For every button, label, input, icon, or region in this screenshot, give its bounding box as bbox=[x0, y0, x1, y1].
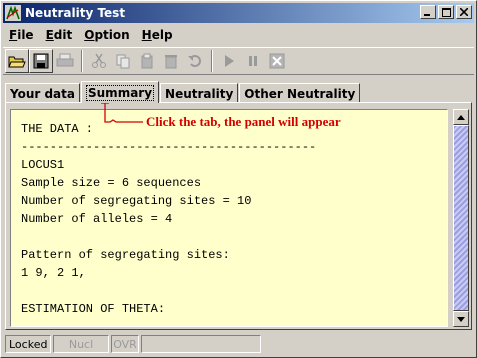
minimize-button[interactable] bbox=[420, 5, 436, 19]
summary-line: 1 9, 2 1, bbox=[21, 266, 86, 280]
close-icon bbox=[460, 8, 468, 16]
arrow-up-icon bbox=[457, 114, 465, 120]
menu-edit[interactable]: Edit bbox=[40, 28, 79, 42]
tab-your-data[interactable]: Your data bbox=[5, 83, 80, 103]
summary-line: LOCUS1 bbox=[21, 158, 65, 172]
arrow-down-icon bbox=[457, 316, 465, 322]
annotation-text: Click the tab, the panel will appear bbox=[146, 114, 341, 129]
pause-button[interactable] bbox=[241, 49, 265, 73]
maximize-button[interactable] bbox=[438, 5, 454, 19]
menu-option[interactable]: Option bbox=[78, 28, 135, 42]
menu-help[interactable]: Help bbox=[136, 28, 179, 42]
app-window: Neutrality Test File Edit Option Help Yo… bbox=[0, 0, 477, 358]
print-icon bbox=[56, 53, 74, 67]
open-folder-icon bbox=[8, 56, 26, 68]
menu-file[interactable]: File bbox=[3, 28, 40, 42]
print-button[interactable] bbox=[53, 49, 77, 73]
window-title: Neutrality Test bbox=[25, 6, 126, 20]
cut-icon bbox=[92, 53, 106, 68]
summary-text-area[interactable]: THE DATA : -----------------------------… bbox=[10, 109, 448, 327]
tab-summary[interactable]: Summary bbox=[81, 81, 160, 103]
stop-button[interactable] bbox=[265, 49, 289, 73]
minimize-icon bbox=[424, 14, 430, 16]
cut-button[interactable] bbox=[87, 49, 111, 73]
status-message bbox=[141, 335, 261, 353]
app-logo-icon bbox=[5, 5, 21, 21]
toolbar bbox=[3, 47, 474, 75]
toolbar-separator bbox=[81, 50, 83, 72]
summary-line: Pattern of segregating sites: bbox=[21, 248, 230, 262]
copy-button[interactable] bbox=[111, 49, 135, 73]
tab-neutrality[interactable]: Neutrality bbox=[160, 83, 239, 103]
undo-button[interactable] bbox=[183, 49, 207, 73]
toolbar-separator bbox=[211, 50, 213, 72]
annotation-pointer-line bbox=[101, 102, 143, 123]
status-ovr: OVR bbox=[111, 335, 139, 353]
summary-line: ESTIMATION OF THETA: bbox=[21, 302, 166, 316]
save-button[interactable] bbox=[29, 49, 53, 73]
tab-other-neutrality[interactable]: Other Neutrality bbox=[239, 83, 361, 103]
stop-icon bbox=[269, 53, 285, 69]
summary-panel: THE DATA : -----------------------------… bbox=[5, 102, 472, 330]
tab-bar: Your data Summary Neutrality Other Neutr… bbox=[5, 81, 361, 103]
vertical-scrollbar[interactable] bbox=[453, 109, 469, 327]
run-button[interactable] bbox=[217, 49, 241, 73]
summary-line: Sample size = 6 sequences bbox=[21, 176, 202, 190]
status-bar: Locked Nucl OVR bbox=[5, 335, 472, 353]
summary-line: THE DATA : bbox=[21, 122, 94, 136]
close-button[interactable] bbox=[456, 5, 472, 19]
scroll-up-button[interactable] bbox=[453, 109, 469, 125]
paste-icon bbox=[141, 53, 153, 69]
status-locked: Locked bbox=[5, 335, 51, 353]
undo-icon bbox=[188, 55, 201, 67]
copy-icon bbox=[116, 54, 130, 69]
delete-icon bbox=[165, 55, 177, 69]
title-bar[interactable]: Neutrality Test bbox=[3, 3, 474, 23]
summary-line: Number of segregating sites = 10 bbox=[21, 194, 252, 208]
paste-button[interactable] bbox=[135, 49, 159, 73]
summary-line: ----------------------------------------… bbox=[21, 140, 317, 154]
save-icon bbox=[33, 53, 49, 69]
maximize-icon bbox=[441, 7, 451, 17]
summary-line: Number of alleles = 4 bbox=[21, 212, 173, 226]
pause-icon bbox=[249, 56, 257, 66]
play-icon bbox=[225, 55, 234, 67]
status-nucl: Nucl bbox=[53, 335, 109, 353]
scroll-thumb[interactable] bbox=[453, 125, 469, 311]
menu-bar: File Edit Option Help bbox=[3, 25, 474, 45]
open-button[interactable] bbox=[5, 49, 29, 73]
scroll-down-button[interactable] bbox=[453, 311, 469, 327]
delete-button[interactable] bbox=[159, 49, 183, 73]
